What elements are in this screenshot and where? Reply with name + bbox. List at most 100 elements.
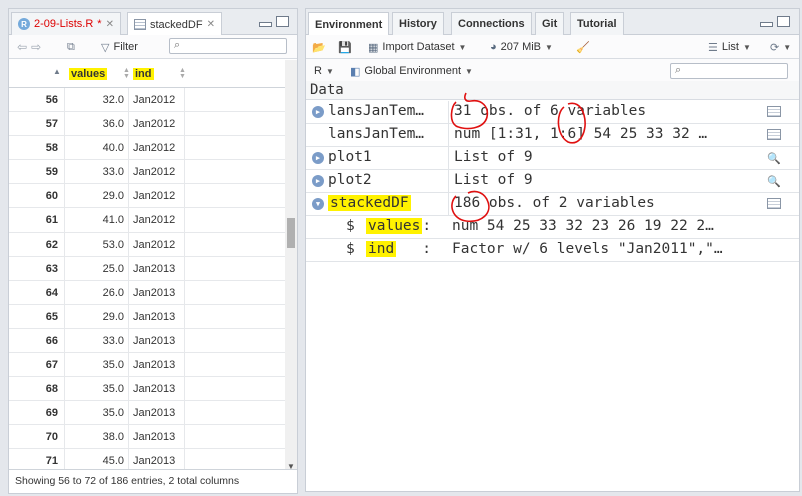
tab-environment-label: Environment	[315, 18, 383, 31]
view-table-button[interactable]	[767, 129, 781, 143]
save-workspace-button[interactable]: 💾	[338, 35, 352, 59]
tab-git[interactable]: Git	[535, 12, 565, 35]
cell-values: 29.0	[65, 184, 129, 208]
environment-label: Global Environment	[364, 65, 462, 77]
env-row-value: num [1:31, 1:6] 54 25 33 32 …	[454, 126, 708, 142]
view-table-button[interactable]	[767, 198, 781, 212]
table-row: 63 25.0 Jan2013	[9, 256, 285, 281]
cell-ind: Jan2013	[129, 353, 185, 377]
memory-usage-button[interactable]: ◕ 207 MiB ▼	[490, 35, 553, 59]
env-search-input[interactable]: ⌕	[670, 63, 788, 79]
tab-script[interactable]: R 2-09-Lists.R * ✕	[11, 12, 121, 35]
cell-values: 33.0	[65, 160, 129, 184]
env-row[interactable]: ▶ lansJanTem… 31 obs. of 6 variables	[306, 101, 799, 124]
tab-script-label: 2-09-Lists.R	[34, 18, 94, 30]
filter-label: Filter	[113, 41, 138, 53]
close-icon[interactable]: ✕	[106, 19, 114, 30]
environment-select[interactable]: ◧ Global Environment ▼	[350, 59, 473, 83]
minimize-button[interactable]	[259, 22, 272, 27]
filter-button[interactable]: ▽ Filter	[101, 35, 138, 59]
env-row[interactable]: ▶ plot2 List of 9 🔍	[306, 170, 799, 193]
maximize-button[interactable]	[777, 16, 790, 27]
expand-icon[interactable]: ▶	[312, 175, 324, 187]
popout-icon: ⧉	[67, 40, 75, 53]
env-row[interactable]: ▶ plot1 List of 9 🔍	[306, 147, 799, 170]
collapse-icon[interactable]: ▼	[312, 198, 324, 210]
expand-icon[interactable]: ▶	[312, 106, 324, 118]
env-row[interactable]: lansJanTem… num [1:31, 1:6] 54 25 33 32 …	[306, 124, 799, 147]
load-workspace-button[interactable]: 📂	[312, 35, 326, 59]
minimize-button[interactable]	[760, 22, 773, 27]
expand-icon[interactable]: ▶	[312, 152, 324, 164]
cell-values: 40.0	[65, 136, 129, 160]
sub-row-sep: :	[422, 218, 432, 234]
sort-up-icon[interactable]: ▲	[53, 67, 61, 76]
col-ind-header[interactable]: ind	[133, 60, 183, 88]
vertical-scrollbar[interactable]: ▼	[285, 60, 297, 473]
cell-values: 26.0	[65, 280, 129, 304]
view-table-button[interactable]	[767, 106, 781, 120]
clear-workspace-button[interactable]: 🧹	[576, 35, 590, 59]
env-toolbar: 📂 💾 ▦ Import Dataset ▼ ◕ 207 MiB ▼ 🧹 ☰ L…	[306, 35, 799, 59]
sub-row-name: ind:	[366, 241, 431, 257]
table-row: 56 32.0 Jan2012	[9, 88, 285, 113]
tab-tutorial[interactable]: Tutorial	[570, 12, 624, 35]
maximize-button[interactable]	[276, 16, 289, 27]
search-icon: ⌕	[675, 64, 682, 76]
cell-values: 35.0	[65, 377, 129, 401]
popout-button[interactable]: ⧉	[67, 35, 75, 59]
chevron-down-icon: ▼	[458, 42, 467, 52]
values-highlight: values	[366, 218, 423, 234]
close-icon[interactable]: ✕	[207, 19, 215, 30]
column-divider	[448, 170, 449, 193]
back-arrow-icon[interactable]: ⇦	[17, 40, 27, 54]
env-row-name: lansJanTem…	[328, 103, 425, 119]
table-row: 59 33.0 Jan2012	[9, 160, 285, 185]
scrollbar-thumb[interactable]	[287, 218, 295, 248]
env-row-value: 31 obs. of 6 variables	[454, 103, 647, 119]
tab-script-modified: *	[97, 18, 102, 30]
column-divider	[448, 124, 449, 147]
col-values-label: values	[69, 68, 108, 80]
list-icon: ☰	[708, 41, 718, 54]
table-row: 60 29.0 Jan2012	[9, 184, 285, 209]
sort-icon[interactable]: ▲ ▼	[123, 67, 130, 80]
view-mode-button[interactable]: ☰ List ▼	[708, 35, 751, 59]
section-header: Data	[306, 81, 799, 100]
table-row: 69 35.0 Jan2013	[9, 401, 285, 426]
table-row: 70 38.0 Jan2013	[9, 425, 285, 450]
column-divider	[448, 101, 449, 124]
language-select[interactable]: R ▼	[314, 59, 334, 83]
tab-connections[interactable]: Connections	[451, 12, 532, 35]
env-scope-bar: R ▼ ◧ Global Environment ▼ ⌕	[306, 59, 799, 83]
env-row-value: List of 9	[454, 149, 533, 165]
inspect-button[interactable]: 🔍	[767, 152, 781, 165]
col-values-header[interactable]: values	[69, 60, 129, 88]
import-icon: ▦	[368, 41, 379, 54]
tab-stackeddf[interactable]: stackedDF ✕	[127, 12, 222, 36]
env-row[interactable]: ▼ stackedDF 186 obs. of 2 variables	[306, 193, 799, 216]
broom-icon: 🧹	[576, 41, 590, 54]
row-index: 64	[9, 280, 65, 304]
stackeddf-name-highlight: stackedDF	[328, 195, 411, 211]
sort-icon[interactable]: ▲ ▼	[179, 67, 186, 80]
tab-stackeddf-label: stackedDF	[150, 18, 203, 31]
row-index: 65	[9, 304, 65, 328]
inspect-button[interactable]: 🔍	[767, 175, 781, 188]
row-index: 60	[9, 184, 65, 208]
import-dataset-button[interactable]: ▦ Import Dataset ▼	[368, 35, 466, 59]
status-bar: Showing 56 to 72 of 186 entries, 2 total…	[9, 469, 297, 493]
cell-ind: Jan2012	[129, 136, 185, 160]
tab-connections-label: Connections	[458, 18, 525, 30]
forward-arrow-icon[interactable]: ⇨	[31, 40, 41, 54]
tab-environment[interactable]: Environment	[308, 12, 390, 36]
data-search-input[interactable]: ⌕	[169, 38, 287, 54]
tab-history[interactable]: History	[392, 12, 444, 35]
refresh-button[interactable]: ⟳ ▼	[770, 35, 791, 59]
row-index: 61	[9, 208, 65, 232]
language-label: R	[314, 65, 322, 77]
row-index: 70	[9, 425, 65, 449]
cell-values: 53.0	[65, 232, 129, 256]
env-sub-row: $ values: num 54 25 33 32 23 26 19 22 2…	[306, 216, 799, 239]
dollar-sign: $	[346, 241, 355, 257]
